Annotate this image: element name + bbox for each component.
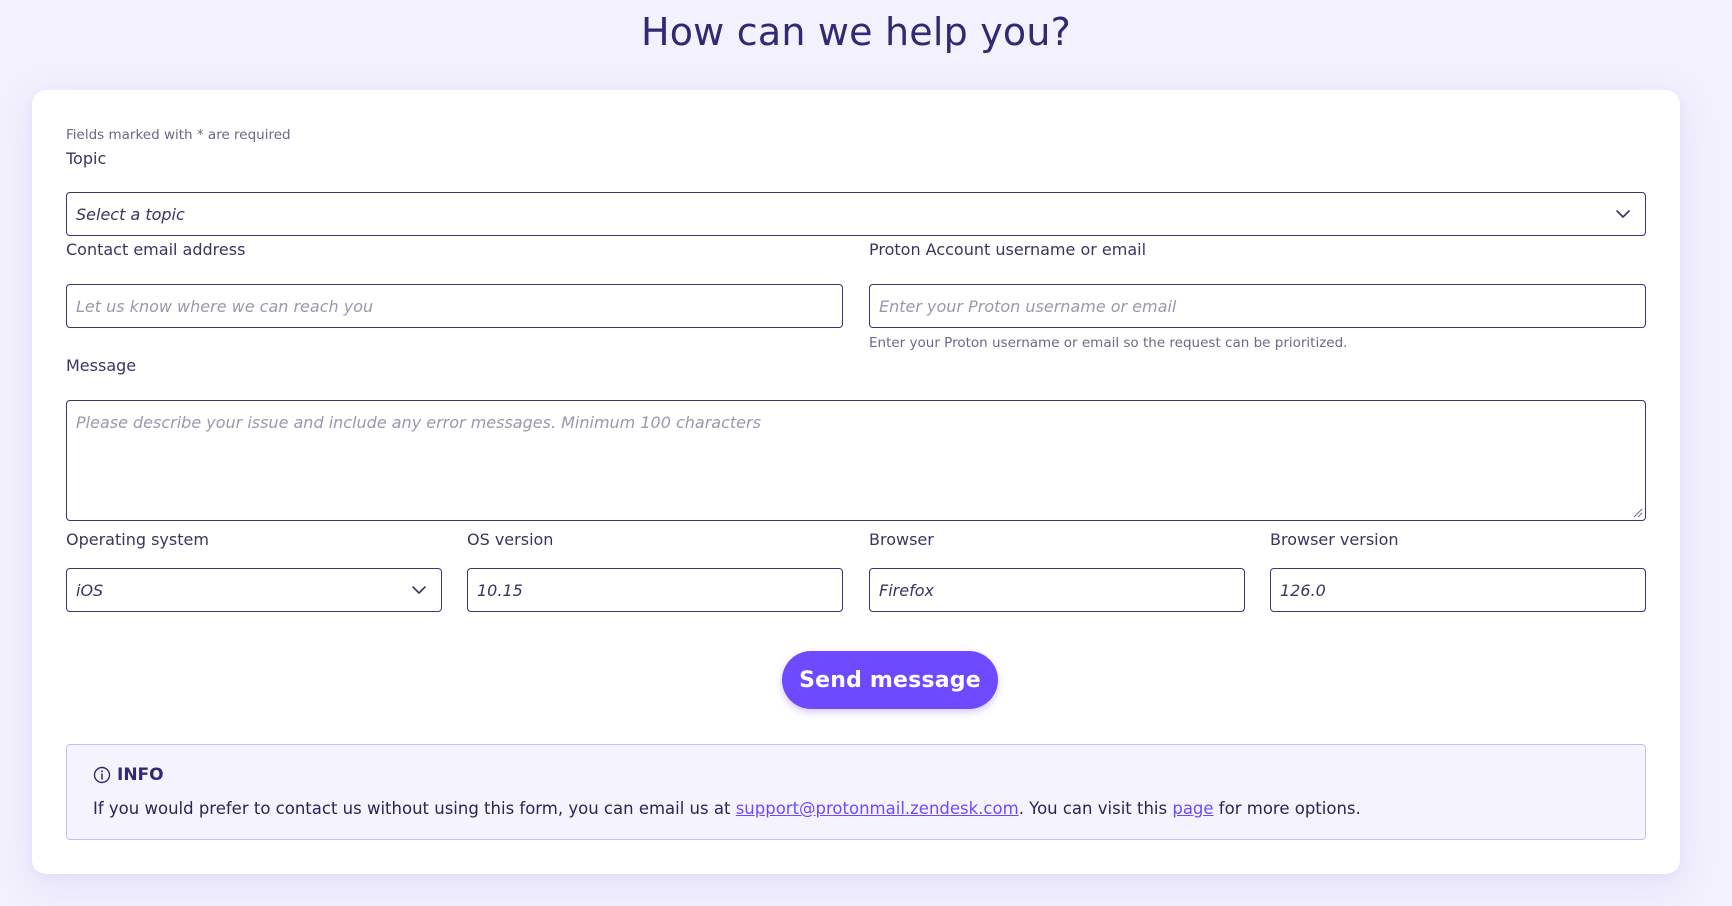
- os-version-value: 10.15: [477, 580, 523, 600]
- info-text-before: If you would prefer to contact us withou…: [93, 799, 736, 818]
- topic-label: Topic: [66, 149, 107, 168]
- proton-account-help-text: Enter your Proton username or email so t…: [869, 335, 1348, 351]
- message-label: Message: [66, 356, 137, 375]
- message-placeholder: Please describe your issue and include a…: [76, 413, 761, 432]
- proton-account-placeholder: Enter your Proton username or email: [879, 296, 1177, 316]
- operating-system-label: Operating system: [66, 530, 209, 549]
- contact-email-label: Contact email address: [66, 240, 246, 259]
- more-options-page-link[interactable]: page: [1172, 799, 1213, 818]
- info-text-after: for more options.: [1213, 799, 1361, 818]
- proton-account-input[interactable]: Enter your Proton username or email: [869, 284, 1646, 328]
- os-version-input[interactable]: 10.15: [467, 568, 843, 612]
- info-heading-row: INFO: [93, 765, 164, 785]
- info-text: If you would prefer to contact us withou…: [93, 799, 1361, 818]
- proton-account-label: Proton Account username or email: [869, 240, 1147, 259]
- info-text-middle: . You can visit this: [1018, 799, 1173, 818]
- page-title: How can we help you?: [640, 10, 1072, 54]
- browser-version-input[interactable]: 126.0: [1270, 568, 1646, 612]
- contact-email-input[interactable]: Let us know where we can reach you: [66, 284, 843, 328]
- contact-email-placeholder: Let us know where we can reach you: [76, 296, 374, 316]
- os-version-label: OS version: [467, 530, 554, 549]
- operating-system-value: iOS: [76, 580, 104, 600]
- support-email-link[interactable]: support@protonmail.zendesk.com: [736, 799, 1019, 818]
- required-fields-note: Fields marked with * are required: [66, 127, 291, 143]
- resize-grip-icon[interactable]: [1632, 507, 1643, 518]
- topic-select[interactable]: Select a topic: [66, 192, 1646, 236]
- send-message-button[interactable]: Send message: [782, 651, 998, 709]
- chevron-down-icon: [412, 586, 426, 594]
- browser-input[interactable]: Firefox: [869, 568, 1245, 612]
- info-heading: INFO: [117, 765, 164, 785]
- support-form-card: Fields marked with * are required Topic …: [32, 90, 1680, 874]
- chevron-down-icon: [1616, 210, 1630, 218]
- browser-label: Browser: [869, 530, 934, 549]
- message-textarea[interactable]: Please describe your issue and include a…: [66, 400, 1646, 521]
- browser-value: Firefox: [879, 580, 934, 600]
- browser-version-value: 126.0: [1280, 580, 1326, 600]
- info-notice: INFO If you would prefer to contact us w…: [66, 744, 1646, 840]
- browser-version-label: Browser version: [1270, 530, 1399, 549]
- operating-system-select[interactable]: iOS: [66, 568, 442, 612]
- topic-select-value: Select a topic: [76, 204, 185, 224]
- info-circle-icon: [93, 766, 111, 784]
